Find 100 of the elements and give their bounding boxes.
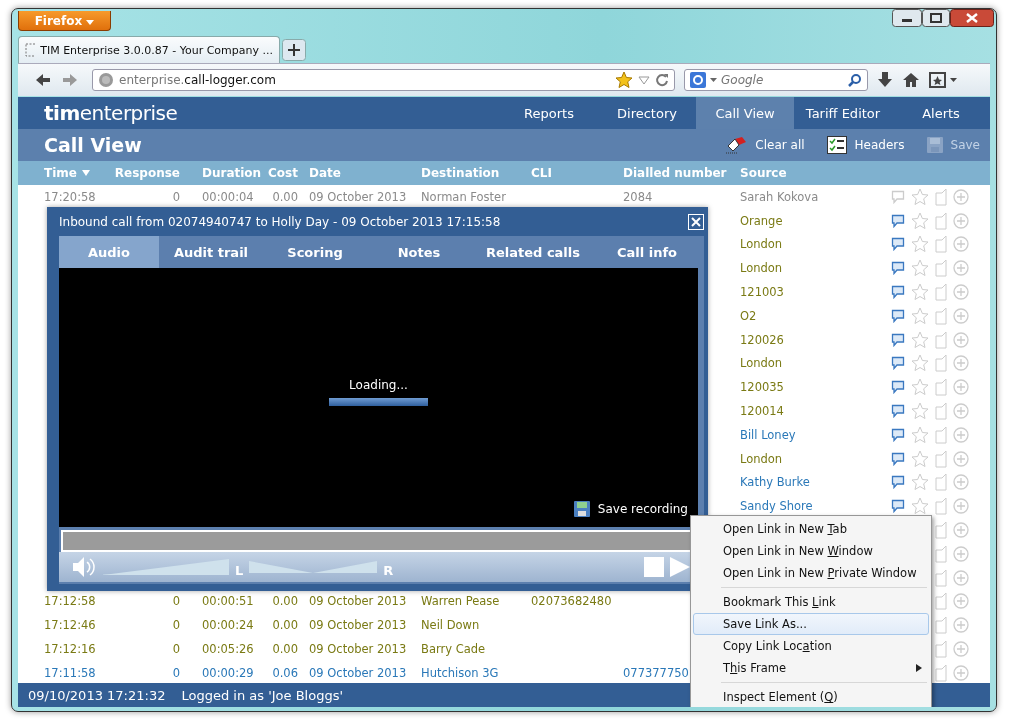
comment-icon[interactable] [891,261,905,276]
add-icon[interactable] [953,379,969,396]
comment-icon[interactable] [891,213,905,228]
maximize-icon[interactable] [922,9,950,27]
stop-icon[interactable] [644,557,664,577]
column-header[interactable]: CLI [531,166,623,180]
add-icon[interactable] [953,474,969,491]
add-icon[interactable] [953,260,969,277]
document-icon[interactable] [935,640,947,659]
document-icon[interactable] [935,211,947,230]
comment-icon[interactable] [891,499,905,514]
document-icon[interactable] [935,306,947,325]
star-icon[interactable] [911,211,929,230]
dialog-tab[interactable]: Call info [595,236,699,268]
dialog-tab[interactable]: Audio [59,236,159,268]
add-icon[interactable] [953,284,969,301]
menu-item[interactable]: This Frame [693,657,929,679]
clear-all-button[interactable]: Clear all [725,136,805,154]
star-icon[interactable] [911,306,929,325]
column-header[interactable]: Date [298,166,421,180]
volume-slider[interactable] [103,559,229,575]
bookmarks-icon[interactable] [929,71,959,89]
document-icon[interactable] [935,592,947,611]
menu-item[interactable]: Open Link in New Tab [693,518,929,540]
add-icon[interactable] [953,522,969,539]
close-icon[interactable] [950,9,994,27]
document-icon[interactable] [935,235,947,254]
nav-tab[interactable]: Tariff Editor [794,97,892,129]
caret-icon[interactable] [710,78,717,82]
star-icon[interactable] [911,283,929,302]
star-icon[interactable] [911,473,929,492]
balance-slider[interactable] [249,561,378,573]
star-icon[interactable] [911,497,929,516]
document-icon[interactable] [935,378,947,397]
document-icon[interactable] [935,259,947,278]
add-icon[interactable] [953,307,969,324]
comment-icon[interactable] [891,356,905,371]
search-input[interactable]: Google [721,73,844,87]
comment-icon[interactable] [891,308,905,323]
document-icon[interactable] [935,521,947,540]
menu-item[interactable]: Inspect Element (Q) [693,686,929,707]
comment-icon[interactable] [891,237,905,252]
menu-item[interactable]: Open Link in New Private Window [693,562,929,584]
star-icon[interactable] [911,235,929,254]
star-icon[interactable] [911,425,929,444]
document-icon[interactable] [935,449,947,468]
document-icon[interactable] [935,663,947,682]
document-icon[interactable] [935,354,947,373]
dialog-tab[interactable]: Scoring [263,236,367,268]
add-icon[interactable] [953,212,969,229]
add-icon[interactable] [953,236,969,253]
nav-tab[interactable]: Reports [500,97,598,129]
document-icon[interactable] [935,616,947,635]
add-icon[interactable] [953,355,969,372]
add-icon[interactable] [953,593,969,610]
star-icon[interactable] [615,71,633,89]
menu-item[interactable]: Bookmark This Link [693,591,929,613]
column-header[interactable]: Cost [265,166,298,180]
column-header[interactable]: Time [44,166,117,180]
add-icon[interactable] [953,569,969,586]
add-icon[interactable] [953,664,969,681]
star-icon[interactable] [911,402,929,421]
comment-icon[interactable] [891,285,905,300]
dialog-tab[interactable]: Related calls [471,236,595,268]
headers-button[interactable]: Headers [826,136,905,154]
document-icon[interactable] [935,497,947,516]
add-icon[interactable] [953,426,969,443]
document-icon[interactable] [935,402,947,421]
add-icon[interactable] [953,450,969,467]
star-icon[interactable] [911,187,929,206]
dialog-tab[interactable]: Notes [367,236,471,268]
document-icon[interactable] [935,187,947,206]
address-field[interactable]: enterprise.call-logger.com [92,69,675,91]
reload-icon[interactable] [655,73,669,87]
star-icon[interactable] [911,378,929,397]
forward-icon[interactable] [61,72,79,88]
add-icon[interactable] [953,617,969,634]
comment-icon[interactable] [891,475,905,490]
document-icon[interactable] [935,544,947,563]
add-icon[interactable] [953,188,969,205]
comment-icon[interactable] [891,404,905,419]
browser-tab[interactable]: TIM Enterprise 3.0.0.87 - Your Company ... [18,36,280,63]
document-icon[interactable] [935,425,947,444]
download-icon[interactable] [877,71,893,89]
add-icon[interactable] [953,545,969,562]
speaker-icon[interactable] [71,556,97,578]
star-icon[interactable] [911,259,929,278]
play-icon[interactable] [670,557,690,577]
comment-icon[interactable] [891,427,905,442]
document-icon[interactable] [935,568,947,587]
document-icon[interactable] [935,283,947,302]
new-tab-icon[interactable] [282,39,306,61]
column-header[interactable]: Response [117,166,180,180]
comment-icon[interactable] [891,380,905,395]
star-icon[interactable] [911,330,929,349]
document-icon[interactable] [935,473,947,492]
column-header[interactable]: Source [740,166,888,180]
add-icon[interactable] [953,403,969,420]
column-header[interactable]: Destination [421,166,531,180]
star-icon[interactable] [911,354,929,373]
